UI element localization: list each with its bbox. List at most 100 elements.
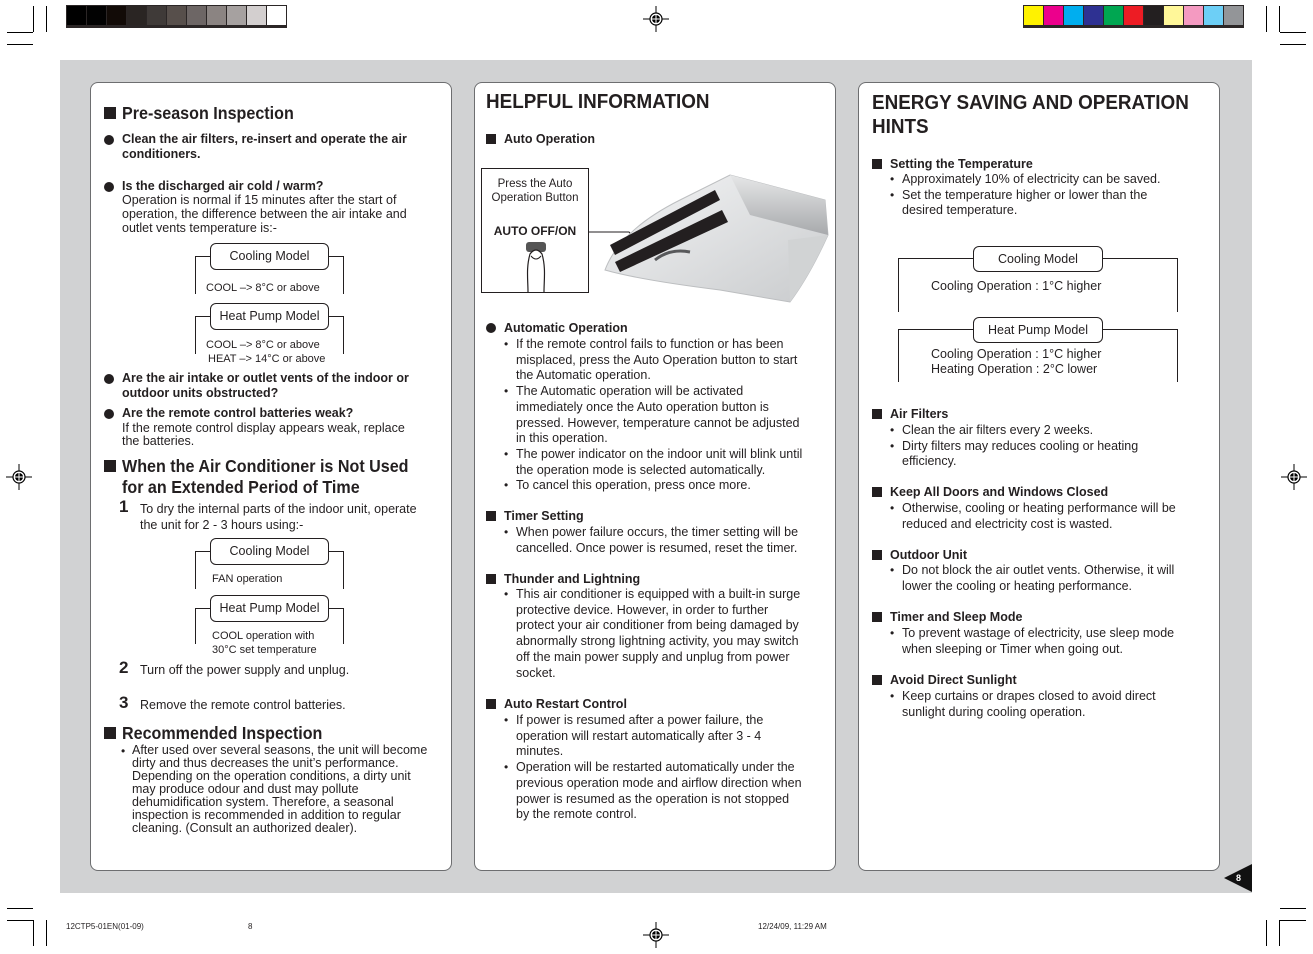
bullet-icon: • — [504, 384, 509, 399]
body-text: To dry the internal parts of the indoor … — [140, 502, 417, 516]
color-swatch — [1024, 6, 1043, 25]
heatpump-model-label: Heat Pump Model — [210, 595, 329, 622]
heading-square-icon — [486, 574, 496, 584]
bullet-text: Keep curtains or drapes closed to avoid … — [902, 689, 1156, 703]
step-number: 3 — [119, 693, 129, 712]
color-swatch — [1044, 6, 1063, 25]
bullet-dot-icon — [486, 323, 496, 333]
color-swatch — [1124, 6, 1143, 25]
bullet-text: by the remote control. — [516, 807, 637, 822]
bullet-text: reduced and electricity cost is wasted. — [902, 516, 1113, 531]
grayscale-color-bar — [66, 5, 287, 28]
model-value: Cooling Operation : 1°C higher — [931, 279, 1102, 293]
heading-square-icon — [104, 727, 116, 739]
body-text: Turn off the power supply and unplug. — [140, 663, 350, 677]
bullet-text: abnormally strong lightning activity, yo… — [516, 634, 799, 649]
subheading: Setting the Temperature — [890, 157, 1033, 171]
bullet-icon: • — [504, 337, 509, 351]
bullet-text: Do not block the air outlet vents. Other… — [902, 563, 1175, 577]
bullet-text: sunlight during cooling operation. — [902, 704, 1086, 719]
bullet-icon: • — [890, 187, 895, 202]
panel-title: HINTS — [872, 115, 929, 138]
bold-item: conditioners. — [122, 147, 201, 161]
color-swatch — [1164, 6, 1183, 25]
model-value: 30°C set temperature — [212, 644, 317, 656]
heading-square-icon — [486, 699, 496, 709]
bullet-text: If the remote control fails to function … — [516, 337, 784, 351]
bullet-icon: • — [890, 626, 895, 640]
color-swatch — [1224, 6, 1243, 25]
bullet-text: To prevent wastage of electricity, use s… — [902, 626, 1175, 640]
heading-square-icon — [486, 511, 496, 521]
color-swatch — [87, 6, 106, 25]
section-heading: Recommended Inspection — [122, 723, 323, 743]
bullet-icon: • — [504, 478, 509, 493]
bullet-text: Operation will be restarted automaticall… — [516, 760, 795, 775]
color-swatch — [1184, 6, 1203, 25]
callout-text: Operation Button — [491, 192, 579, 204]
bullet-text: Approximately 10% of electricity can be … — [902, 172, 1161, 186]
bullet-icon: • — [890, 689, 895, 703]
heatpump-model-label: Heat Pump Model — [973, 317, 1103, 343]
bullet-text: misplaced, press the Auto Operation butt… — [516, 352, 798, 367]
bold-item: Are the air intake or outlet vents of th… — [122, 371, 409, 385]
color-swatch — [1104, 6, 1123, 25]
bullet-icon: • — [504, 587, 509, 601]
body-text: Remove the remote control batteries. — [140, 698, 346, 712]
bullet-text: the operation mode is selected automatic… — [516, 462, 766, 477]
bullet-text: protective device. However, in order to … — [516, 602, 769, 617]
bullet-text: desired temperature. — [902, 203, 1018, 218]
bullet-text: efficiency. — [902, 454, 957, 469]
bullet-text: Set the temperature higher or lower than… — [902, 187, 1148, 202]
section-heading: When the Air Conditioner is Not Used — [122, 456, 409, 476]
bullet-text: minutes. — [516, 744, 564, 759]
bullet-text: protect your air conditioner from being … — [516, 618, 799, 633]
color-swatch — [147, 6, 166, 25]
panel-title: HELPFUL INFORMATION — [486, 90, 710, 113]
registration-mark-icon — [643, 6, 669, 32]
color-swatch — [167, 6, 186, 25]
section-heading: for an Extended Period of Time — [122, 477, 360, 497]
bullet-dot-icon — [104, 409, 114, 419]
bullet-dot-icon — [104, 182, 114, 192]
model-value: HEAT –> 14°C or above — [208, 353, 326, 365]
heading-square-icon — [872, 612, 882, 622]
bullet-icon: • — [890, 563, 895, 577]
cooling-model-label: Cooling Model — [210, 243, 329, 270]
color-swatch — [267, 6, 286, 25]
bullet-icon: • — [504, 760, 509, 775]
bullet-dot-icon — [104, 374, 114, 384]
model-value: Cooling Operation : 1°C higher — [931, 347, 1102, 361]
body-text: the unit for 2 - 3 hours using:- — [140, 518, 304, 532]
subheading: Timer Setting — [504, 509, 584, 523]
bold-item: Clean the air filters, re-insert and ope… — [122, 132, 407, 146]
registration-mark-icon — [6, 464, 32, 490]
step-number: 1 — [119, 497, 129, 516]
bullet-text: operation will restart automatically aft… — [516, 728, 762, 743]
model-value: FAN operation — [212, 573, 283, 585]
color-swatch — [1084, 6, 1103, 25]
subheading: Automatic Operation — [504, 321, 628, 335]
heading-square-icon — [872, 675, 882, 685]
color-swatch — [67, 6, 86, 25]
heading-square-icon — [486, 134, 496, 144]
ceiling-ac-unit-illustration — [604, 174, 829, 303]
panel-title: ENERGY SAVING AND OPERATION — [872, 91, 1189, 114]
bullet-text: power is resumed as the operation is not… — [516, 791, 790, 806]
bullet-text: The Automatic operation will be activate… — [516, 384, 744, 399]
bold-item: outdoor units obstructed? — [122, 386, 279, 400]
bold-item: Are the remote control batteries weak? — [122, 406, 354, 420]
subheading: Outdoor Unit — [890, 548, 968, 562]
subheading: Air Filters — [890, 407, 949, 421]
bullet-dot-icon — [104, 135, 114, 145]
bullet-text: socket. — [516, 665, 556, 680]
bullet-icon: • — [890, 172, 895, 186]
bullet-text: Clean the air filters every 2 weeks. — [902, 423, 1094, 437]
body-text: the batteries. — [122, 434, 195, 448]
color-swatch — [107, 6, 126, 25]
bullet-text: off the main power supply and unplug fro… — [516, 649, 790, 664]
heading-square-icon — [104, 460, 116, 472]
bullet-text: cancelled. Once power is resumed, reset … — [516, 540, 798, 555]
footer-doc-code: 12CTP5-01EN(01-09) — [66, 922, 144, 931]
heading-square-icon — [872, 409, 882, 419]
